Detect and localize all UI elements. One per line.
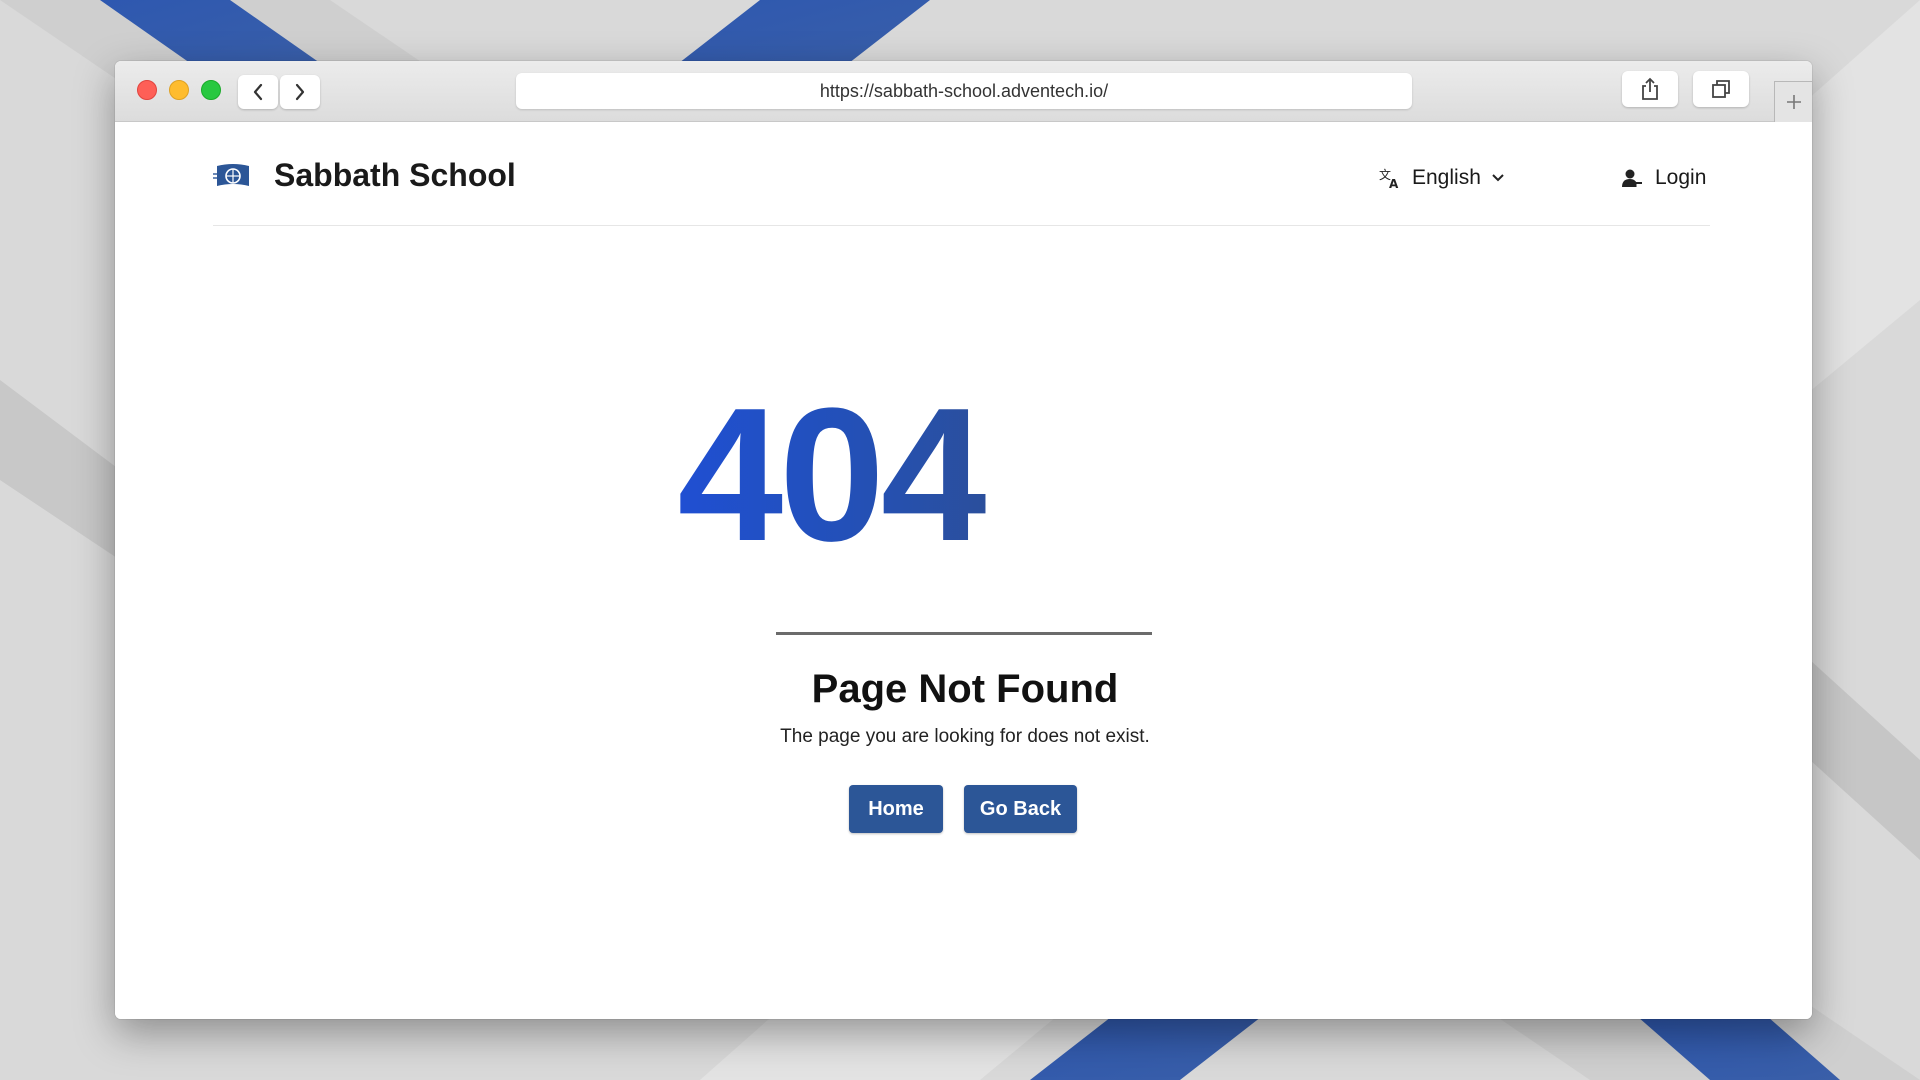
error-content: 404 Page Not Found The page you are look… — [115, 122, 1812, 1019]
browser-titlebar: https://sabbath-school.adventech.io/ — [115, 61, 1812, 122]
address-bar-url: https://sabbath-school.adventech.io/ — [819, 80, 1109, 101]
share-icon — [1642, 77, 1658, 100]
close-window-button[interactable] — [137, 80, 157, 100]
show-tabs-button[interactable] — [1693, 71, 1749, 107]
desktop-background: https://sabbath-school.adventech.io/ Sab… — [0, 0, 1920, 1080]
tabs-icon — [1712, 80, 1730, 98]
address-bar[interactable]: https://sabbath-school.adventech.io/ — [516, 73, 1412, 109]
browser-forward-button[interactable] — [280, 75, 320, 109]
go-back-button[interactable]: Go Back — [964, 785, 1077, 833]
error-message: The page you are looking for does not ex… — [780, 726, 1150, 747]
error-divider — [776, 632, 1152, 635]
minimize-window-button[interactable] — [169, 80, 189, 100]
chevron-left-icon — [253, 83, 263, 101]
chevron-right-icon — [295, 83, 305, 101]
browser-back-button[interactable] — [238, 75, 278, 109]
share-button[interactable] — [1622, 71, 1678, 107]
home-button[interactable]: Home — [849, 785, 943, 833]
plus-icon — [1787, 95, 1801, 109]
error-code: 404 — [655, 380, 1005, 570]
web-page: Sabbath School 文 A English Login 404 Pag… — [115, 122, 1812, 1019]
new-tab-button[interactable] — [1774, 81, 1812, 122]
error-title: Page Not Found — [811, 667, 1119, 711]
browser-window: https://sabbath-school.adventech.io/ Sab… — [115, 61, 1812, 1019]
maximize-window-button[interactable] — [201, 80, 221, 100]
